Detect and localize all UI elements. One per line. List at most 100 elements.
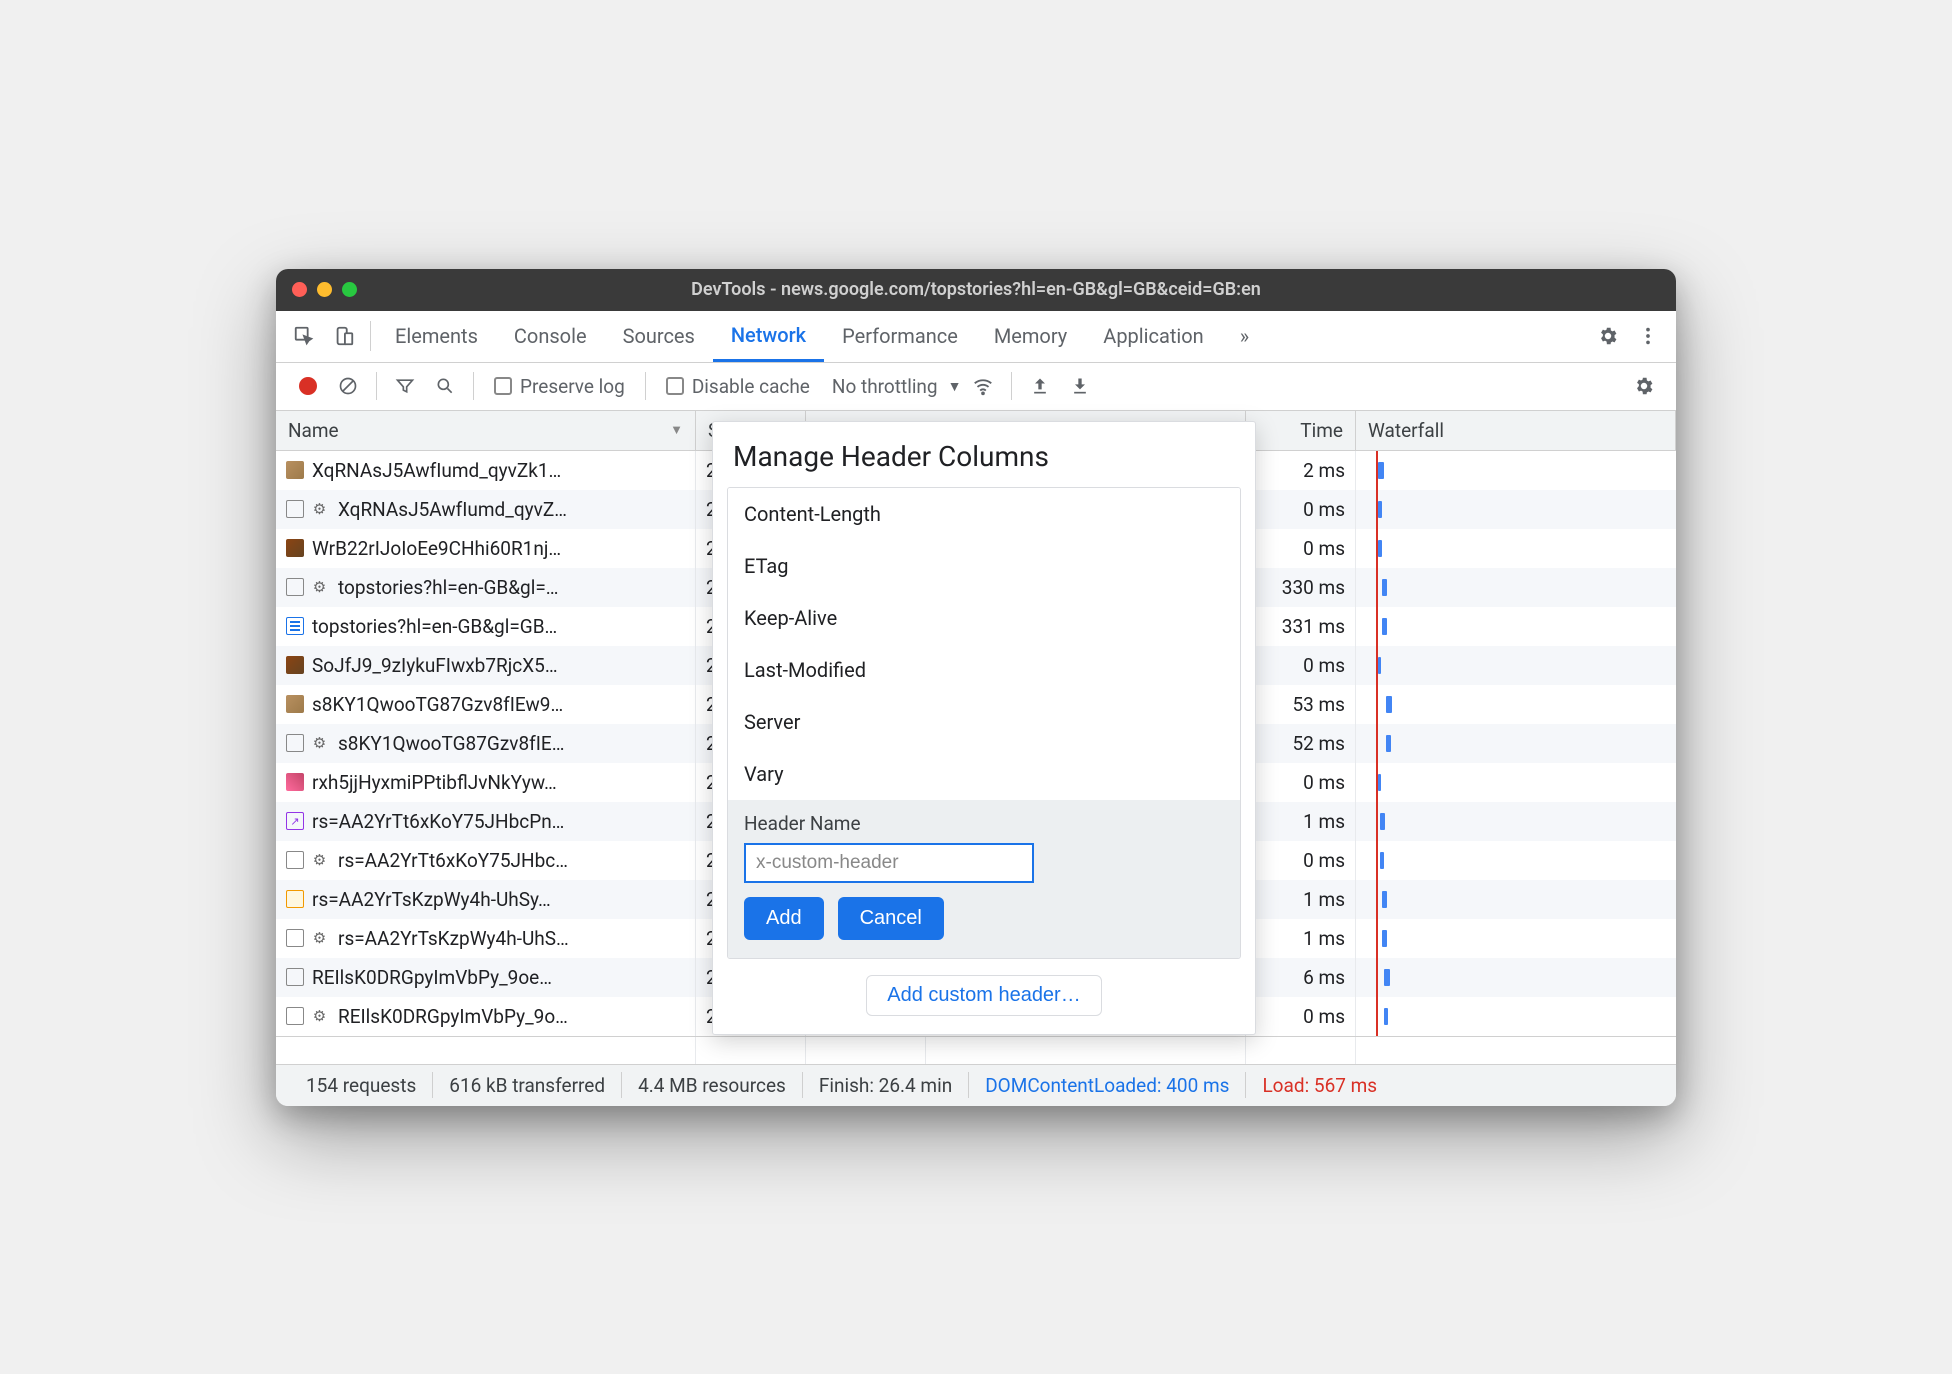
request-waterfall: [1356, 607, 1676, 646]
request-waterfall: [1356, 568, 1676, 607]
request-time: 1 ms: [1246, 880, 1356, 919]
file-icon: [286, 500, 304, 518]
download-har-icon[interactable]: [1062, 376, 1098, 396]
file-icon: [286, 656, 304, 674]
request-time: 0 ms: [1246, 646, 1356, 685]
request-name: s8KY1QwooTG87Gzv8fIEw9…: [312, 693, 563, 716]
search-icon[interactable]: [427, 376, 463, 396]
header-list-item[interactable]: Vary: [728, 748, 1240, 800]
settings-icon[interactable]: [1588, 325, 1628, 347]
header-list-item[interactable]: Server: [728, 696, 1240, 748]
request-name: rs=AA2YrTt6xKoY75JHbcPn…: [312, 810, 564, 833]
header-list-item[interactable]: Last-Modified: [728, 644, 1240, 696]
status-resources: 4.4 MB resources: [622, 1074, 802, 1097]
tab-network[interactable]: Network: [713, 311, 824, 362]
waterfall-axis: [1376, 568, 1378, 607]
grid-footer-blank: [276, 1036, 1676, 1064]
waterfall-axis: [1376, 880, 1378, 919]
window-title: DevTools - news.google.com/topstories?hl…: [276, 279, 1676, 300]
request-time: 0 ms: [1246, 763, 1356, 802]
cancel-button[interactable]: Cancel: [838, 897, 944, 940]
file-icon: [286, 851, 304, 869]
waterfall-axis: [1376, 841, 1378, 880]
file-icon: [286, 734, 304, 752]
request-time: 53 ms: [1246, 685, 1356, 724]
file-icon: [286, 812, 304, 830]
header-list-item[interactable]: Content-Length: [728, 488, 1240, 540]
add-button[interactable]: Add: [744, 897, 824, 940]
filter-icon[interactable]: [387, 376, 423, 396]
request-waterfall: [1356, 997, 1676, 1036]
add-custom-header-button[interactable]: Add custom header…: [866, 975, 1101, 1016]
request-waterfall: [1356, 841, 1676, 880]
request-name: XqRNAsJ5AwfIumd_qyvZ…: [338, 498, 567, 521]
request-waterfall: [1356, 646, 1676, 685]
device-toggle-icon[interactable]: [324, 325, 364, 347]
request-name: topstories?hl=en-GB&gl=…: [338, 576, 559, 599]
record-button[interactable]: [290, 377, 326, 395]
file-icon: [312, 578, 330, 596]
divider: [1011, 372, 1012, 400]
throttling-label: No throttling: [832, 375, 938, 398]
minimize-icon[interactable]: [317, 282, 332, 297]
throttling-select[interactable]: No throttling ▼: [832, 375, 962, 398]
column-waterfall[interactable]: Waterfall: [1356, 411, 1676, 450]
waterfall-bar: [1378, 462, 1384, 479]
request-time: 0 ms: [1246, 841, 1356, 880]
tab-memory[interactable]: Memory: [976, 311, 1085, 362]
waterfall-bar: [1378, 774, 1381, 791]
request-time: 0 ms: [1246, 490, 1356, 529]
preserve-log-checkbox[interactable]: Preserve log: [494, 375, 625, 398]
checkbox-icon[interactable]: [666, 377, 684, 395]
maximize-icon[interactable]: [342, 282, 357, 297]
network-conditions-icon[interactable]: [965, 375, 1001, 397]
upload-har-icon[interactable]: [1022, 376, 1058, 396]
clear-icon[interactable]: [330, 376, 366, 396]
waterfall-bar: [1380, 813, 1385, 830]
tab-application[interactable]: Application: [1085, 311, 1221, 362]
file-icon: [312, 1007, 330, 1025]
request-time: 52 ms: [1246, 724, 1356, 763]
request-name: s8KY1QwooTG87Gzv8fIE…: [338, 732, 564, 755]
waterfall-bar: [1378, 540, 1382, 557]
tab-performance[interactable]: Performance: [824, 311, 976, 362]
disable-cache-checkbox[interactable]: Disable cache: [666, 375, 810, 398]
waterfall-bar: [1386, 735, 1391, 752]
request-waterfall: [1356, 919, 1676, 958]
request-waterfall: [1356, 724, 1676, 763]
header-name-label: Header Name: [744, 812, 1224, 835]
header-name-input[interactable]: [744, 843, 1034, 883]
inspect-icon[interactable]: [284, 325, 324, 347]
request-time: 330 ms: [1246, 568, 1356, 607]
network-settings-icon[interactable]: [1626, 375, 1662, 397]
header-list-item[interactable]: ETag: [728, 540, 1240, 592]
divider: [645, 372, 646, 400]
column-name[interactable]: Name ▼: [276, 411, 696, 450]
tab-elements[interactable]: Elements: [377, 311, 496, 362]
status-domcontentloaded: DOMContentLoaded: 400 ms: [969, 1074, 1245, 1097]
waterfall-axis: [1376, 607, 1378, 646]
status-bar: 154 requests 616 kB transferred 4.4 MB r…: [276, 1064, 1676, 1106]
checkbox-icon[interactable]: [494, 377, 512, 395]
request-time: 331 ms: [1246, 607, 1356, 646]
tab-sources[interactable]: Sources: [605, 311, 713, 362]
file-icon: [286, 461, 304, 479]
column-time[interactable]: Time: [1246, 411, 1356, 450]
waterfall-bar: [1386, 696, 1392, 713]
divider: [473, 372, 474, 400]
request-name: rs=AA2YrTsKzpWy4h-UhSy…: [312, 888, 551, 911]
sort-icon: ▼: [670, 422, 683, 438]
waterfall-axis: [1376, 802, 1378, 841]
kebab-icon[interactable]: [1628, 325, 1668, 347]
status-transferred: 616 kB transferred: [433, 1074, 621, 1097]
close-icon[interactable]: [292, 282, 307, 297]
status-load: Load: 567 ms: [1246, 1074, 1393, 1097]
tab-more[interactable]: »: [1222, 311, 1267, 362]
request-name: REIlsK0DRGpyImVbPy_9oe…: [312, 966, 552, 989]
panel-tabs: Elements Console Sources Network Perform…: [276, 311, 1676, 363]
request-waterfall: [1356, 529, 1676, 568]
tab-console[interactable]: Console: [496, 311, 605, 362]
waterfall-axis: [1376, 958, 1378, 997]
header-list-item[interactable]: Keep-Alive: [728, 592, 1240, 644]
chevron-down-icon: ▼: [948, 378, 962, 395]
